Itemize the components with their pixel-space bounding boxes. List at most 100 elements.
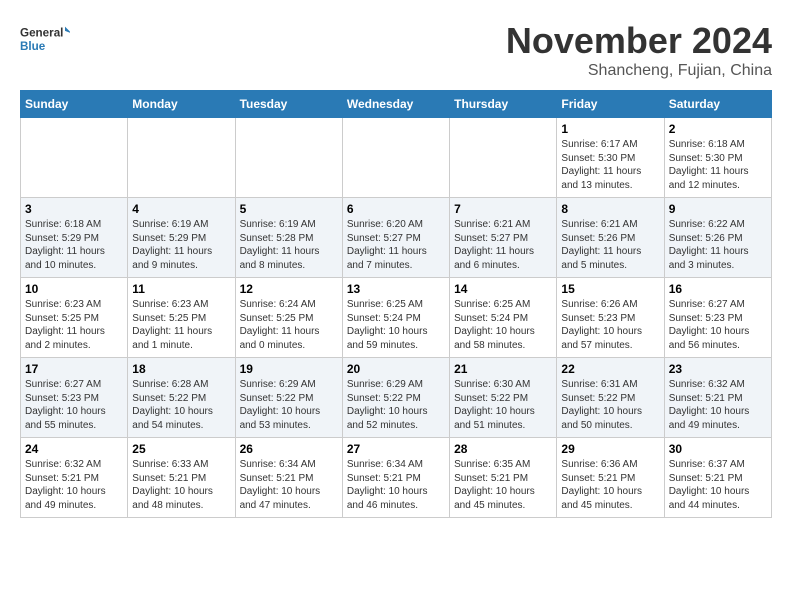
calendar-cell: 25 Sunrise: 6:33 AM Sunset: 5:21 PM Dayli…: [128, 438, 235, 518]
day-info: Sunrise: 6:17 AM Sunset: 5:30 PM Dayligh…: [561, 138, 659, 192]
col-header-saturday: Saturday: [664, 91, 771, 118]
calendar-cell: 15 Sunrise: 6:26 AM Sunset: 5:23 PM Dayli…: [557, 278, 664, 358]
day-info: Sunrise: 6:18 AM Sunset: 5:30 PM Dayligh…: [669, 138, 767, 192]
day-info: Sunrise: 6:25 AM Sunset: 5:24 PM Dayligh…: [454, 298, 552, 352]
calendar-cell: 1 Sunrise: 6:17 AM Sunset: 5:30 PM Daylig…: [557, 118, 664, 198]
calendar-cell: [342, 118, 449, 198]
month-title: November 2024: [506, 20, 772, 62]
calendar-cell: 24Sunrise: 6:32 AM Sunset: 5:21 PM Dayli…: [21, 438, 128, 518]
day-info: Sunrise: 6:29 AM Sunset: 5:22 PM Dayligh…: [240, 378, 338, 432]
day-number: 15: [561, 282, 659, 296]
calendar-cell: 28 Sunrise: 6:35 AM Sunset: 5:21 PM Dayli…: [450, 438, 557, 518]
day-number: 19: [240, 362, 338, 376]
calendar-cell: 27 Sunrise: 6:34 AM Sunset: 5:21 PM Dayli…: [342, 438, 449, 518]
calendar-cell: 17 Sunrise: 6:27 AM Sunset: 5:23 PM Dayli…: [21, 358, 128, 438]
calendar-cell: 11 Sunrise: 6:23 AM Sunset: 5:25 PM Dayli…: [128, 278, 235, 358]
calendar-cell: [235, 118, 342, 198]
calendar-cell: 21 Sunrise: 6:30 AM Sunset: 5:22 PM Dayli…: [450, 358, 557, 438]
day-info: Sunrise: 6:21 AM Sunset: 5:26 PM Dayligh…: [561, 218, 659, 272]
day-number: 5: [240, 202, 338, 216]
calendar-cell: [450, 118, 557, 198]
day-info: Sunrise: 6:29 AM Sunset: 5:22 PM Dayligh…: [347, 378, 445, 432]
day-number: 23: [669, 362, 767, 376]
week-row-2: 3 Sunrise: 6:18 AM Sunset: 5:29 PM Daylig…: [21, 198, 772, 278]
day-info: Sunrise: 6:30 AM Sunset: 5:22 PM Dayligh…: [454, 378, 552, 432]
day-number: 8: [561, 202, 659, 216]
day-number: 11: [132, 282, 230, 296]
day-number: 22: [561, 362, 659, 376]
page-header: General Blue November 2024 Shancheng, Fu…: [20, 20, 772, 80]
day-info: Sunrise: 6:25 AM Sunset: 5:24 PM Dayligh…: [347, 298, 445, 352]
calendar-cell: 10 Sunrise: 6:23 AM Sunset: 5:25 PM Dayli…: [21, 278, 128, 358]
calendar-cell: 2 Sunrise: 6:18 AM Sunset: 5:30 PM Daylig…: [664, 118, 771, 198]
day-info: Sunrise: 6:21 AM Sunset: 5:27 PM Dayligh…: [454, 218, 552, 272]
week-row-1: 1 Sunrise: 6:17 AM Sunset: 5:30 PM Daylig…: [21, 118, 772, 198]
day-info: Sunrise: 6:19 AM Sunset: 5:29 PM Dayligh…: [132, 218, 230, 272]
day-number: 27: [347, 442, 445, 456]
calendar-cell: 14Sunrise: 6:25 AM Sunset: 5:24 PM Dayli…: [450, 278, 557, 358]
calendar-table: SundayMondayTuesdayWednesdayThursdayFrid…: [20, 90, 772, 518]
calendar-cell: 3 Sunrise: 6:18 AM Sunset: 5:29 PM Daylig…: [21, 198, 128, 278]
calendar-cell: 29 Sunrise: 6:36 AM Sunset: 5:21 PM Dayli…: [557, 438, 664, 518]
day-number: 25: [132, 442, 230, 456]
day-info: Sunrise: 6:28 AM Sunset: 5:22 PM Dayligh…: [132, 378, 230, 432]
day-number: 20: [347, 362, 445, 376]
day-info: Sunrise: 6:37 AM Sunset: 5:21 PM Dayligh…: [669, 458, 767, 512]
day-info: Sunrise: 6:35 AM Sunset: 5:21 PM Dayligh…: [454, 458, 552, 512]
calendar-cell: [21, 118, 128, 198]
day-info: Sunrise: 6:18 AM Sunset: 5:29 PM Dayligh…: [25, 218, 123, 272]
day-number: 16: [669, 282, 767, 296]
day-number: 7: [454, 202, 552, 216]
col-header-tuesday: Tuesday: [235, 91, 342, 118]
calendar-cell: 26Sunrise: 6:34 AM Sunset: 5:21 PM Dayli…: [235, 438, 342, 518]
col-header-monday: Monday: [128, 91, 235, 118]
calendar-cell: 12Sunrise: 6:24 AM Sunset: 5:25 PM Dayli…: [235, 278, 342, 358]
calendar-cell: 30 Sunrise: 6:37 AM Sunset: 5:21 PM Dayli…: [664, 438, 771, 518]
col-header-sunday: Sunday: [21, 91, 128, 118]
day-number: 29: [561, 442, 659, 456]
day-info: Sunrise: 6:32 AM Sunset: 5:21 PM Dayligh…: [669, 378, 767, 432]
day-number: 26: [240, 442, 338, 456]
day-info: Sunrise: 6:34 AM Sunset: 5:21 PM Dayligh…: [347, 458, 445, 512]
calendar-cell: 22Sunrise: 6:31 AM Sunset: 5:22 PM Dayli…: [557, 358, 664, 438]
day-info: Sunrise: 6:24 AM Sunset: 5:25 PM Dayligh…: [240, 298, 338, 352]
day-number: 13: [347, 282, 445, 296]
day-info: Sunrise: 6:36 AM Sunset: 5:21 PM Dayligh…: [561, 458, 659, 512]
day-number: 1: [561, 122, 659, 136]
day-number: 30: [669, 442, 767, 456]
calendar-cell: 7 Sunrise: 6:21 AM Sunset: 5:27 PM Daylig…: [450, 198, 557, 278]
day-number: 18: [132, 362, 230, 376]
day-number: 17: [25, 362, 123, 376]
day-info: Sunrise: 6:22 AM Sunset: 5:26 PM Dayligh…: [669, 218, 767, 272]
calendar-header-row: SundayMondayTuesdayWednesdayThursdayFrid…: [21, 91, 772, 118]
calendar-cell: 19 Sunrise: 6:29 AM Sunset: 5:22 PM Dayli…: [235, 358, 342, 438]
calendar-cell: 13 Sunrise: 6:25 AM Sunset: 5:24 PM Dayli…: [342, 278, 449, 358]
calendar-cell: 16 Sunrise: 6:27 AM Sunset: 5:23 PM Dayli…: [664, 278, 771, 358]
calendar-cell: [128, 118, 235, 198]
day-info: Sunrise: 6:27 AM Sunset: 5:23 PM Dayligh…: [25, 378, 123, 432]
calendar-cell: 9Sunrise: 6:22 AM Sunset: 5:26 PM Daylig…: [664, 198, 771, 278]
day-number: 6: [347, 202, 445, 216]
day-info: Sunrise: 6:23 AM Sunset: 5:25 PM Dayligh…: [25, 298, 123, 352]
logo-svg: General Blue: [20, 20, 70, 60]
day-number: 3: [25, 202, 123, 216]
logo: General Blue: [20, 20, 70, 60]
day-number: 28: [454, 442, 552, 456]
week-row-5: 24Sunrise: 6:32 AM Sunset: 5:21 PM Dayli…: [21, 438, 772, 518]
day-info: Sunrise: 6:26 AM Sunset: 5:23 PM Dayligh…: [561, 298, 659, 352]
day-number: 21: [454, 362, 552, 376]
day-info: Sunrise: 6:27 AM Sunset: 5:23 PM Dayligh…: [669, 298, 767, 352]
day-number: 2: [669, 122, 767, 136]
svg-text:General: General: [20, 27, 63, 40]
day-info: Sunrise: 6:33 AM Sunset: 5:21 PM Dayligh…: [132, 458, 230, 512]
title-block: November 2024 Shancheng, Fujian, China: [506, 20, 772, 80]
calendar-cell: 6Sunrise: 6:20 AM Sunset: 5:27 PM Daylig…: [342, 198, 449, 278]
day-info: Sunrise: 6:23 AM Sunset: 5:25 PM Dayligh…: [132, 298, 230, 352]
svg-text:Blue: Blue: [20, 40, 46, 53]
calendar-cell: 8 Sunrise: 6:21 AM Sunset: 5:26 PM Daylig…: [557, 198, 664, 278]
day-number: 4: [132, 202, 230, 216]
location: Shancheng, Fujian, China: [506, 62, 772, 80]
col-header-thursday: Thursday: [450, 91, 557, 118]
day-number: 10: [25, 282, 123, 296]
calendar-cell: 23 Sunrise: 6:32 AM Sunset: 5:21 PM Dayli…: [664, 358, 771, 438]
